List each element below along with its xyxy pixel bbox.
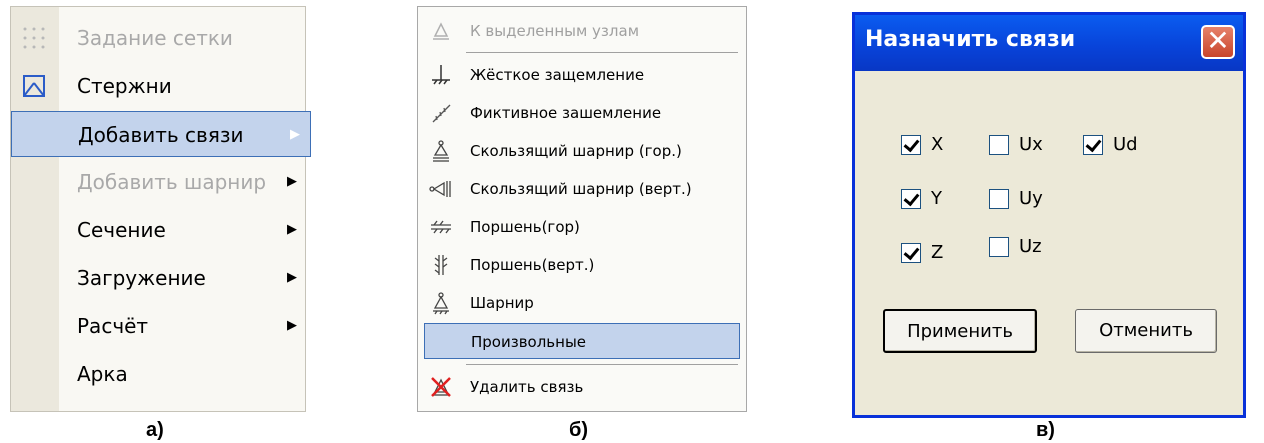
menu-item-add-supports[interactable]: Добавить связи ▶ bbox=[11, 111, 311, 157]
context-menu-main: Задание сетки Стержни Добавить связи ▶ Д… bbox=[10, 6, 311, 412]
submenu-arrow-icon: ▶ bbox=[287, 174, 297, 189]
menu-item-fixed-support[interactable]: Жёсткое защемление bbox=[424, 57, 740, 93]
checkbox-z-label: Z bbox=[931, 242, 944, 263]
caption-c: в) bbox=[1036, 419, 1055, 441]
submenu-arrow-icon: ▶ bbox=[287, 222, 297, 237]
checkbox-ud[interactable] bbox=[1083, 135, 1103, 155]
hinge-icon bbox=[433, 292, 449, 315]
menu-item-label: Поршень(верт.) bbox=[470, 256, 595, 274]
menu-item-label: Задание сетки bbox=[77, 26, 233, 50]
fixed-support-icon bbox=[432, 65, 450, 85]
checkbox-uz-label: Uz bbox=[1019, 236, 1042, 257]
apply-button[interactable]: Применить bbox=[883, 309, 1037, 353]
delete-support-icon bbox=[431, 377, 451, 397]
checkbox-ud-label: Ud bbox=[1113, 134, 1138, 155]
piston-horizontal-icon bbox=[431, 220, 451, 234]
supports-submenu: К выделенным узлам Жёсткое защемление Фи… bbox=[417, 6, 747, 412]
menu-item-label: Произвольные bbox=[471, 333, 587, 351]
fictive-fixed-support-icon bbox=[432, 104, 451, 123]
menu-item-label: Жёсткое защемление bbox=[470, 66, 645, 84]
checkbox-uy[interactable] bbox=[989, 189, 1009, 209]
checkbox-y[interactable] bbox=[901, 189, 921, 209]
menu-item-sliding-hinge-vertical[interactable]: Скользящий шарнир (верт.) bbox=[424, 171, 740, 207]
close-button[interactable]: ✕ bbox=[1201, 25, 1235, 59]
sliding-hinge-vertical-icon bbox=[429, 181, 451, 197]
menu-item-sliding-hinge-horizontal[interactable]: Скользящий шарнир (гор.) bbox=[424, 133, 740, 169]
checkbox-x-label: X bbox=[931, 134, 944, 155]
menu-item-label: Добавить шарнир bbox=[77, 170, 267, 194]
menu-item-loading[interactable]: Загружение ▶ bbox=[11, 255, 307, 301]
checkbox-uz[interactable] bbox=[989, 237, 1009, 257]
menu-item-label: Шарнир bbox=[470, 294, 534, 312]
menu-item-label: Фиктивное зашемление bbox=[470, 104, 662, 122]
menu-item-label: Загружение bbox=[77, 266, 206, 290]
menu-item-add-hinge[interactable]: Добавить шарнир ▶ bbox=[11, 159, 307, 205]
menu-separator bbox=[466, 52, 738, 53]
menu-item-bars[interactable]: Стержни bbox=[11, 63, 307, 109]
menu-separator bbox=[466, 364, 738, 365]
menu-item-label: Скользящий шарнир (гор.) bbox=[470, 142, 682, 160]
checkbox-x[interactable] bbox=[901, 135, 921, 155]
menu-item-label: Стержни bbox=[77, 74, 172, 98]
cancel-button[interactable]: Отменить bbox=[1075, 309, 1217, 353]
close-icon: ✕ bbox=[1206, 24, 1230, 57]
submenu-arrow-icon: ▶ bbox=[287, 318, 297, 333]
sliding-hinge-horizontal-icon bbox=[433, 140, 449, 162]
checkbox-ux-label: Ux bbox=[1019, 134, 1043, 155]
menu-item-piston-horizontal[interactable]: Поршень(гор) bbox=[424, 209, 740, 245]
submenu-arrow-icon: ▶ bbox=[287, 270, 297, 285]
menu-item-label: Арка bbox=[77, 362, 128, 386]
assign-supports-dialog: Назначить связи ✕ X Ux Ud Y Uy Z Uz Прим… bbox=[852, 12, 1246, 418]
menu-item-arch[interactable]: Арка bbox=[11, 351, 307, 397]
menu-item-label: Сечение bbox=[77, 218, 166, 242]
menu-item-arbitrary[interactable]: Произвольные bbox=[424, 323, 740, 359]
menu-item-label: Скользящий шарнир (верт.) bbox=[470, 180, 692, 198]
menu-item-section[interactable]: Сечение ▶ bbox=[11, 207, 307, 253]
grid-dots-icon bbox=[23, 27, 45, 49]
menu-item-grid-setup[interactable]: Задание сетки bbox=[11, 15, 307, 61]
menu-item-label: К выделенным узлам bbox=[470, 22, 640, 40]
menu-item-to-selected-nodes[interactable]: К выделенным узлам bbox=[424, 13, 740, 49]
dialog-title: Назначить связи bbox=[865, 27, 1076, 52]
menu-item-label: Поршень(гор) bbox=[470, 218, 580, 236]
checkbox-ux[interactable] bbox=[989, 135, 1009, 155]
checkbox-z[interactable] bbox=[901, 243, 921, 263]
truss-icon bbox=[23, 75, 45, 97]
menu-item-hinge[interactable]: Шарнир bbox=[424, 285, 740, 321]
caption-a: а) bbox=[146, 419, 164, 441]
checkbox-y-label: Y bbox=[931, 188, 942, 209]
menu-item-piston-vertical[interactable]: Поршень(верт.) bbox=[424, 247, 740, 283]
pin-support-disabled-icon bbox=[433, 22, 449, 40]
menu-item-label: Добавить связи bbox=[78, 123, 244, 147]
submenu-arrow-icon: ▶ bbox=[290, 127, 300, 142]
dialog-titlebar[interactable]: Назначить связи ✕ bbox=[855, 15, 1243, 71]
menu-item-fictive-fixed[interactable]: Фиктивное зашемление bbox=[424, 95, 740, 131]
menu-item-calculation[interactable]: Расчёт ▶ bbox=[11, 303, 307, 349]
checkbox-uy-label: Uy bbox=[1019, 188, 1043, 209]
menu-item-delete-support[interactable]: Удалить связь bbox=[424, 369, 740, 405]
menu-item-label: Расчёт bbox=[77, 314, 149, 338]
menu-item-label: Удалить связь bbox=[470, 378, 584, 396]
caption-b: б) bbox=[569, 419, 589, 441]
piston-vertical-icon bbox=[434, 255, 448, 275]
